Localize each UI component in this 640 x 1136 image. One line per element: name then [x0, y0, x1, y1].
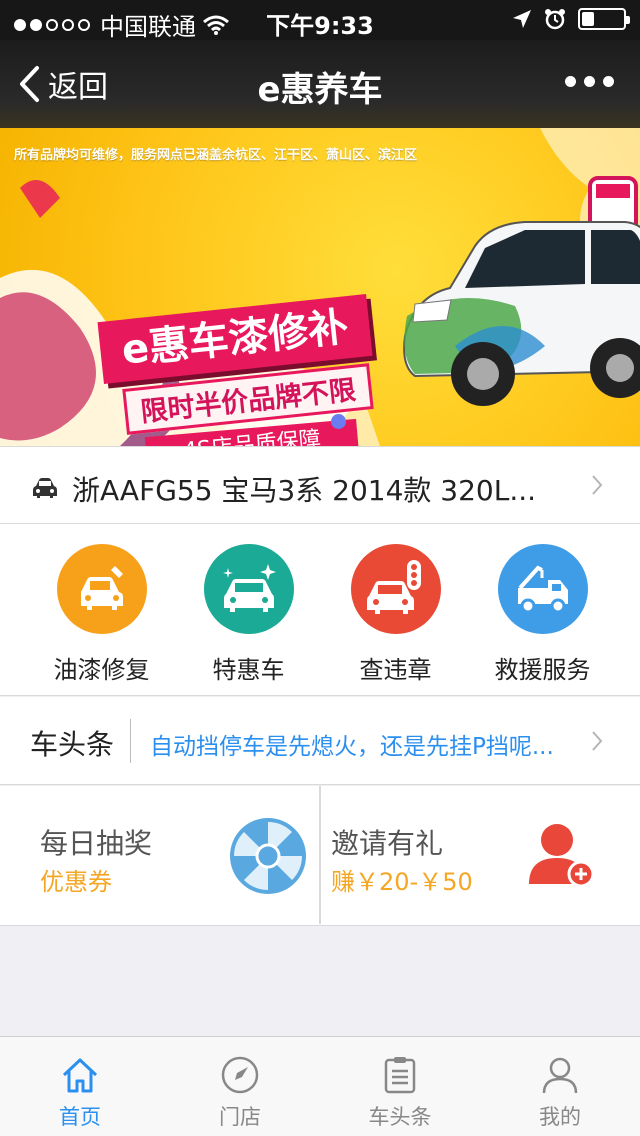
- home-icon: [62, 1058, 98, 1093]
- sparkle-car-icon: [203, 544, 294, 634]
- promo-subtitle: 优惠券: [40, 868, 112, 896]
- promo-banner[interactable]: 所有品牌均可维修，服务网点已涵盖余杭区、江干区、萧山区、滨江区 e惠车漆修补 限…: [0, 128, 640, 446]
- navigation-bar: 返回 e惠养车: [0, 40, 640, 128]
- page-title: e惠养车: [257, 70, 383, 110]
- headline-tag: 车头条: [30, 728, 115, 761]
- service-rescue[interactable]: 救援服务: [469, 544, 616, 685]
- tab-label: 首页: [59, 1105, 101, 1129]
- clipboard-icon: [384, 1057, 416, 1094]
- battery-level: [582, 12, 594, 26]
- chevron-right-icon: [592, 475, 603, 495]
- tab-stores[interactable]: 门店: [160, 1037, 320, 1136]
- service-label: 查违章: [359, 656, 432, 684]
- promo-title: 每日抽奖: [40, 827, 153, 860]
- promo-subtitle: 赚￥20-￥50: [331, 868, 473, 896]
- daily-lottery-card[interactable]: 每日抽奖 优惠券: [0, 786, 319, 924]
- service-label: 油漆修复: [53, 656, 150, 684]
- service-label: 救援服务: [494, 656, 591, 684]
- carousel-indicator[interactable]: [331, 414, 346, 429]
- status-bar: 中国联通 下午9:33: [0, 0, 640, 41]
- car-description: 浙AAFG55 宝马3系 2014款 320L...: [72, 474, 537, 507]
- traffic-light-car-icon: [350, 544, 441, 634]
- car-selector[interactable]: 浙AAFG55 宝马3系 2014款 320L...: [0, 446, 640, 524]
- battery-icon: [578, 8, 630, 30]
- alarm-icon: [545, 9, 565, 30]
- user-icon: [542, 1057, 578, 1094]
- invite-card[interactable]: 邀请有礼 赚￥20-￥50: [321, 786, 640, 924]
- invite-user-icon: [529, 824, 595, 888]
- tab-label: 车头条: [368, 1105, 432, 1129]
- car-illustration: [403, 221, 640, 406]
- service-paint-repair[interactable]: 油漆修复: [28, 544, 175, 685]
- tab-profile[interactable]: 我的: [480, 1037, 640, 1136]
- headline-divider: [130, 719, 131, 763]
- compass-icon: [221, 1056, 259, 1094]
- promo-cards: 每日抽奖 优惠券 邀请有礼 赚￥20-￥50: [0, 786, 640, 926]
- lucky-wheel-icon: [230, 818, 306, 894]
- tow-truck-icon: [497, 544, 588, 634]
- promo-title: 邀请有礼: [331, 827, 444, 860]
- service-label: 特惠车: [212, 656, 285, 684]
- news-headline-row[interactable]: 车头条 自动挡停车是先熄火，还是先挂P挡呢...: [0, 697, 640, 785]
- tab-home[interactable]: 首页: [0, 1037, 160, 1136]
- tab-label: 我的: [539, 1105, 581, 1129]
- service-discount-car[interactable]: 特惠车: [175, 544, 322, 685]
- paint-car-icon: [56, 544, 147, 634]
- service-grid: 油漆修复 特惠车 查违章 救援服务: [0, 524, 640, 696]
- more-dots-icon[interactable]: [565, 76, 614, 87]
- status-right: [512, 8, 630, 30]
- service-violation-check[interactable]: 查违章: [322, 544, 469, 685]
- bottom-tab-bar: 首页 门店 车头条 我的: [0, 1036, 640, 1136]
- headline-text[interactable]: 自动挡停车是先熄火，还是先挂P挡呢...: [150, 727, 554, 761]
- car-icon: [33, 478, 57, 498]
- tab-label: 门店: [219, 1105, 261, 1129]
- location-arrow-icon: [513, 10, 531, 28]
- chevron-right-icon: [592, 731, 603, 751]
- tab-news[interactable]: 车头条: [320, 1037, 480, 1136]
